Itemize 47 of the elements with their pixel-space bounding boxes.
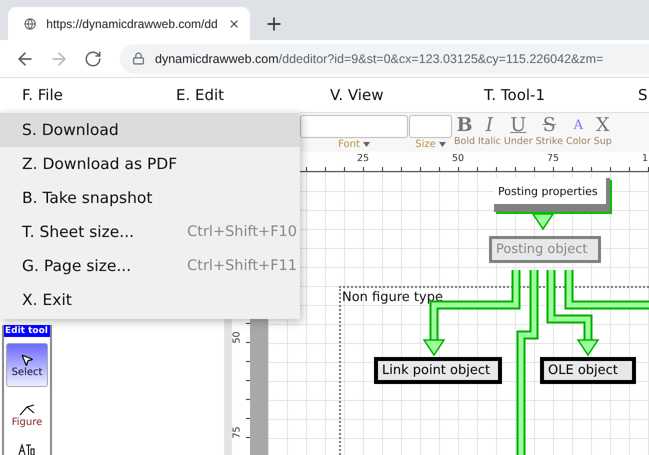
caret-icon[interactable] <box>438 142 446 147</box>
ruler-label: 50 <box>452 153 464 164</box>
shortcut-label: Ctrl+Shift+F11 <box>187 258 297 274</box>
menu-item[interactable]: V. View <box>330 86 484 104</box>
format-button[interactable]: I Italic <box>477 113 502 147</box>
ruler-label: 1 <box>642 153 648 164</box>
text-tool-icon[interactable] <box>18 443 36 455</box>
format-button[interactable]: B Bold <box>453 113 476 147</box>
pointer-icon <box>20 352 34 366</box>
caret-icon[interactable] <box>362 142 370 147</box>
line-tool-icon <box>18 402 36 416</box>
address-bar[interactable]: dynamicdrawweb.com/ddeditor?id=9&st=0&cx=123.03125&cy=115.226042&zm= <box>120 44 649 74</box>
globe-icon <box>24 16 36 32</box>
ruler-label: 25 <box>357 153 370 164</box>
diagram-node: Link point object <box>374 357 502 384</box>
reload-icon[interactable] <box>84 50 102 68</box>
tool-button[interactable]: Select <box>6 343 48 387</box>
menu-option[interactable]: Z. Download as PDF <box>0 147 300 181</box>
format-button[interactable]: U Under <box>502 113 534 147</box>
browser-tab[interactable]: https://dynamicdrawweb.com/dd <box>8 7 250 40</box>
diagram-node: Posting object <box>489 236 601 263</box>
menu-item[interactable]: F. File <box>22 86 176 104</box>
shortcut-label: Ctrl+Shift+F10 <box>187 224 297 240</box>
size-field[interactable] <box>409 115 452 138</box>
diagram-node: Posting properties <box>494 178 610 212</box>
menu-option[interactable]: T. Sheet size... Ctrl+Shift+F10 <box>0 215 300 249</box>
menu-option[interactable]: B. Take snapshot <box>0 181 300 215</box>
menu-option[interactable]: G. Page size... Ctrl+Shift+F11 <box>0 249 300 283</box>
menu-option[interactable]: S. Download <box>0 113 300 147</box>
diagram-node: OLE object <box>540 357 636 384</box>
tool-button[interactable]: Figure <box>6 393 48 437</box>
ruler-label: 75 <box>547 153 560 164</box>
font-field[interactable] <box>300 115 408 138</box>
font-label: Font <box>338 139 360 150</box>
palette-title: Edit tool <box>4 325 50 337</box>
format-button[interactable]: S Strike <box>534 113 564 147</box>
menu-option[interactable]: X. Exit <box>0 283 300 317</box>
tab-title: https://dynamicdrawweb.com/dd <box>46 16 218 30</box>
frame-label: Non figure type <box>342 290 443 305</box>
ruler-label: 75 <box>232 426 243 439</box>
format-button[interactable]: X Sup <box>592 113 613 147</box>
menu-item[interactable]: T. Tool-1 <box>484 86 638 104</box>
lock-icon <box>132 52 145 65</box>
size-label: Size <box>415 139 436 150</box>
menu-item[interactable]: E. Edit <box>176 86 330 104</box>
menu-item[interactable]: S <box>638 86 649 104</box>
ruler-label: 50 <box>232 331 243 344</box>
